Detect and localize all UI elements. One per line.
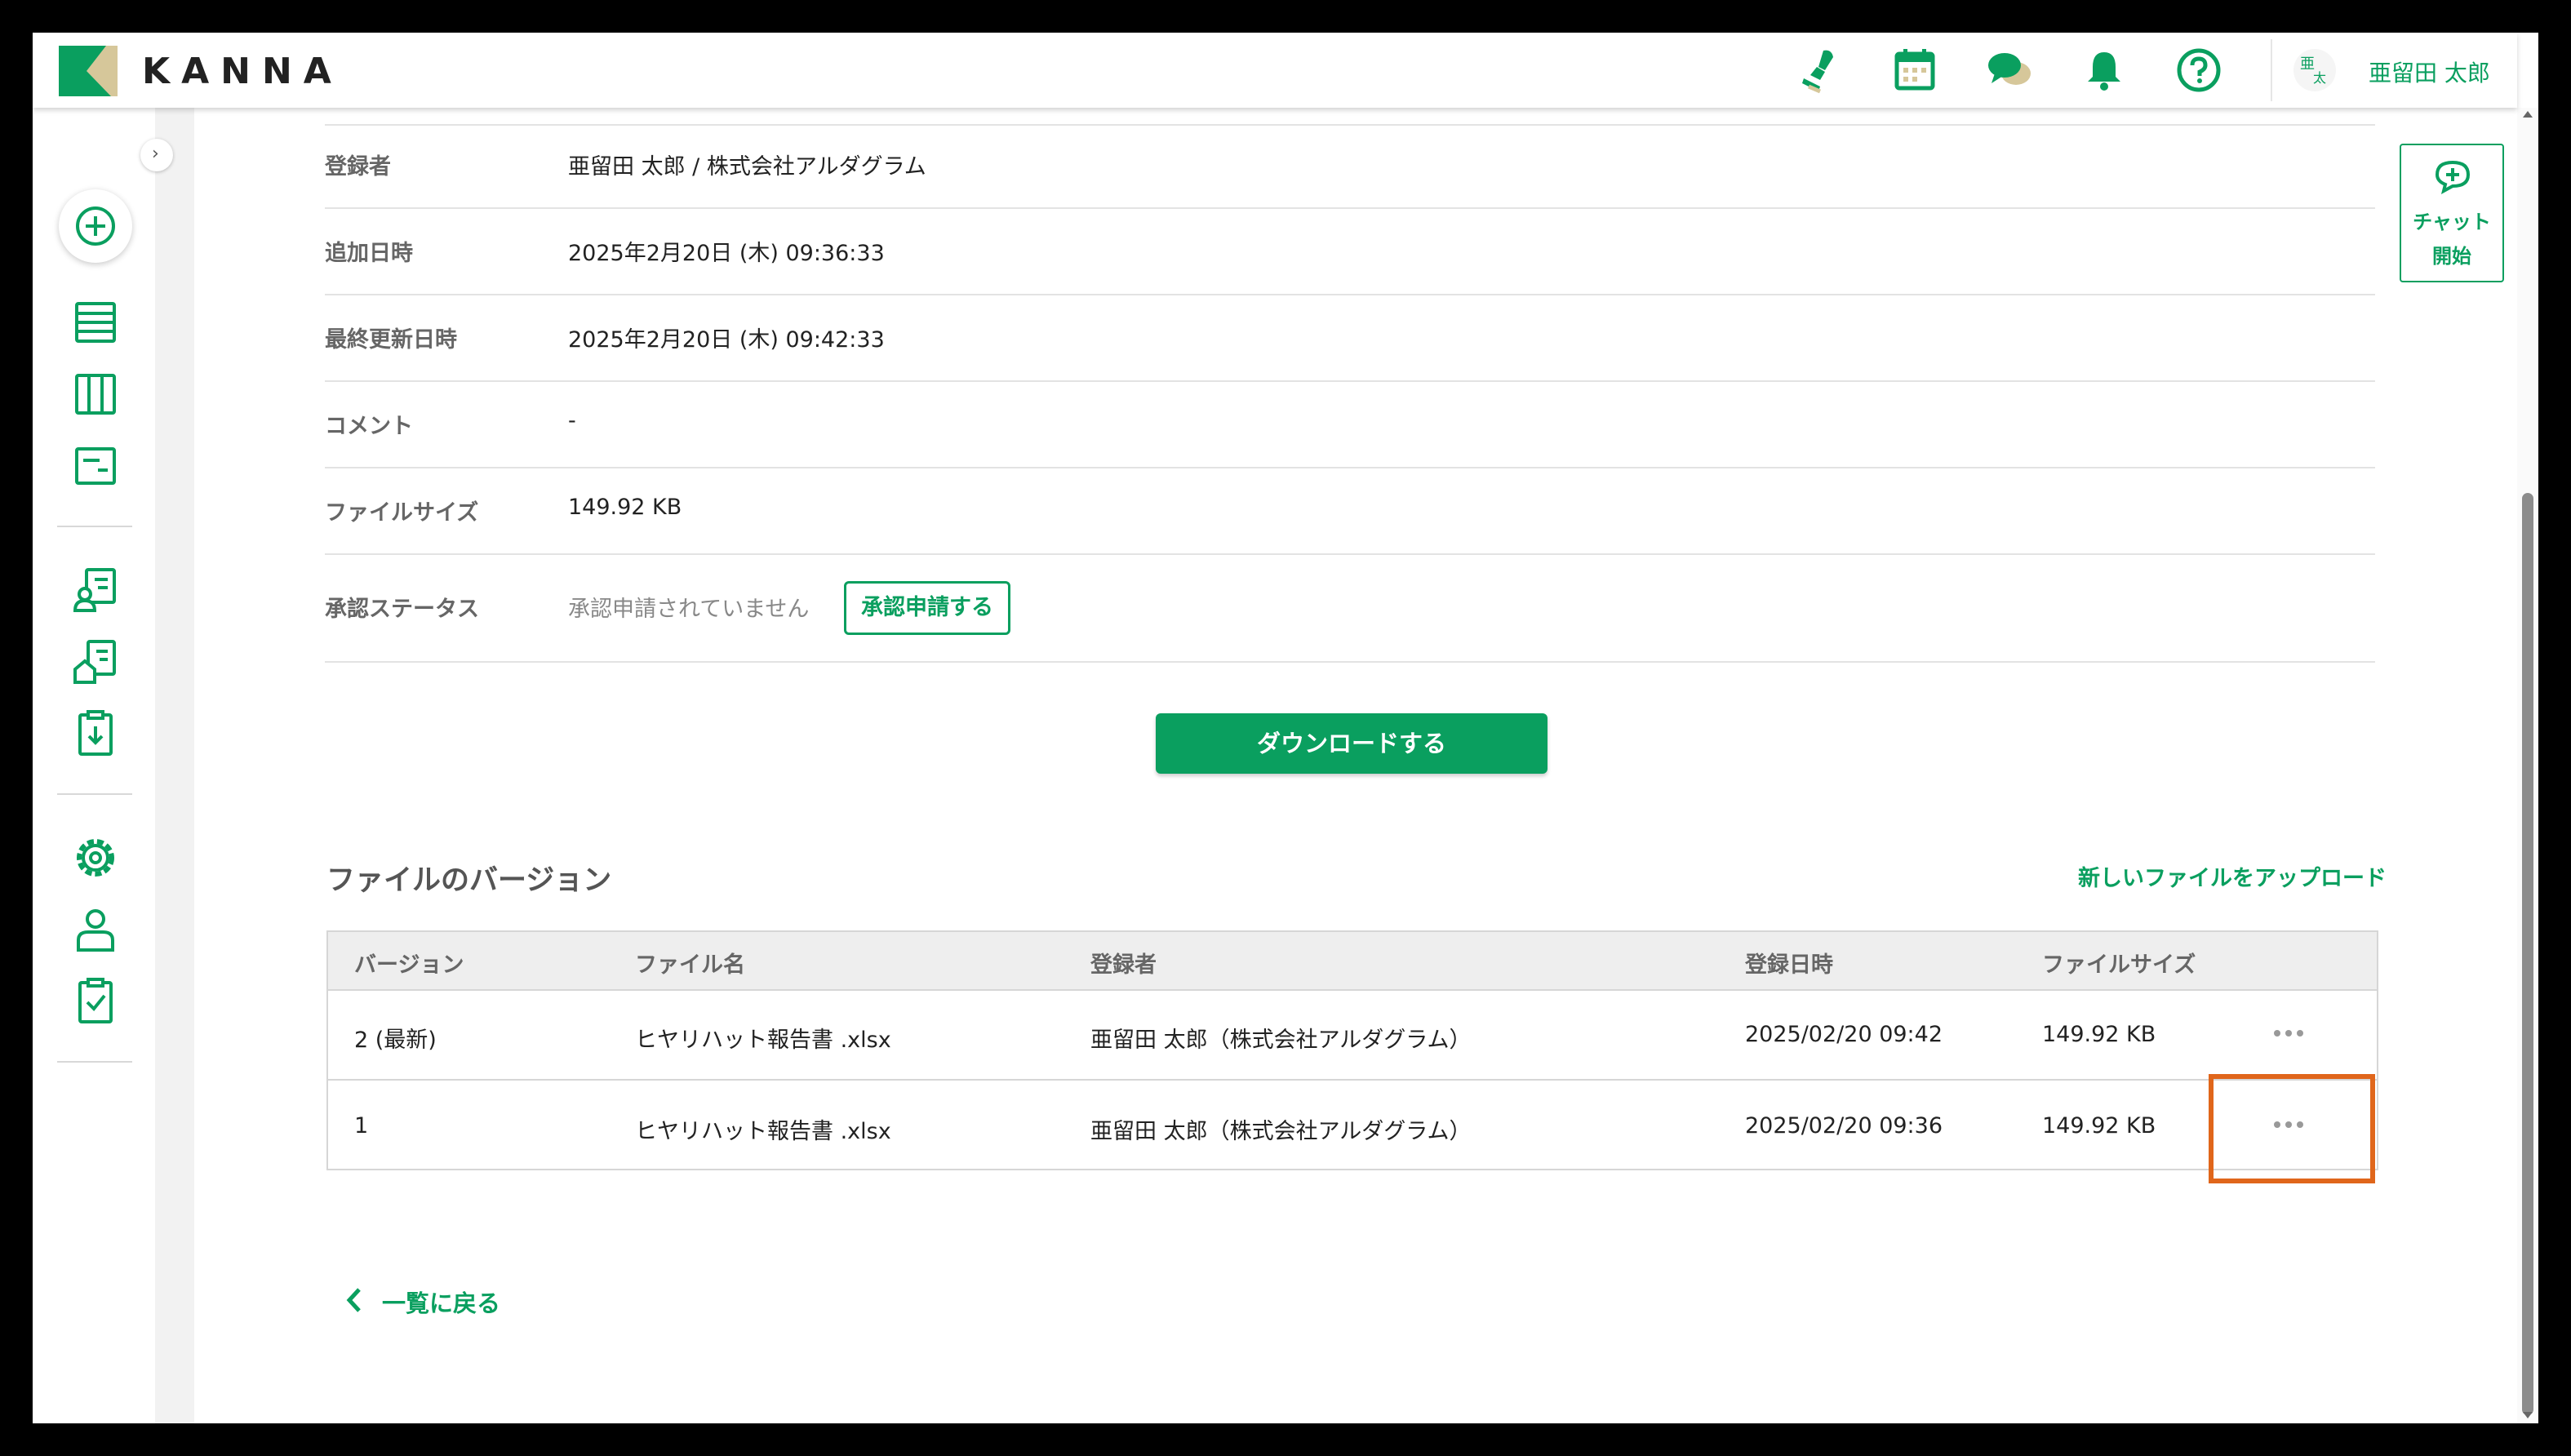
app-window: KANNA 亜 太 亜留田 太郎 › 登録者 亜留田 太郎 / 株式会社アルダグ… bbox=[33, 33, 2538, 1423]
table-header: バージョン ファイル名 登録者 登録日時 ファイルサイズ bbox=[328, 932, 2377, 991]
date-cell: 2025/02/20 09:36 bbox=[1745, 1113, 1943, 1139]
size-cell: 149.92 KB bbox=[2042, 1022, 2156, 1047]
row-divider bbox=[325, 467, 2375, 468]
scrollbar-thumb[interactable] bbox=[2522, 493, 2533, 1415]
detail-value: 亜留田 太郎 / 株式会社アルダグラム bbox=[568, 154, 926, 180]
highlight-box bbox=[2209, 1074, 2375, 1183]
chevron-right-icon: › bbox=[152, 144, 159, 164]
stamp-icon[interactable] bbox=[1796, 46, 1845, 95]
size-cell: 149.92 KB bbox=[2042, 1113, 2156, 1139]
download-button[interactable]: ダウンロードする bbox=[1156, 713, 1547, 774]
scroll-up-arrow-icon[interactable] bbox=[2523, 111, 2533, 118]
registrant-cell: 亜留田 太郎（株式会社アルダグラム） bbox=[1090, 1028, 1472, 1053]
row-divider bbox=[325, 207, 2375, 209]
board-icon[interactable] bbox=[70, 369, 121, 419]
detail-label: ファイルサイズ bbox=[325, 500, 479, 526]
detail-value: - bbox=[568, 408, 576, 433]
sidebar-divider bbox=[57, 526, 132, 527]
chevron-left-icon bbox=[346, 1288, 361, 1312]
chat-start-label: 開始 bbox=[2432, 245, 2471, 268]
checklist-icon[interactable] bbox=[70, 976, 121, 1027]
logo-text: KANNA bbox=[142, 51, 343, 92]
column-header: 登録者 bbox=[1090, 952, 1157, 978]
calendar-icon[interactable] bbox=[1890, 46, 1939, 95]
chat-add-icon bbox=[2435, 160, 2471, 194]
header-divider bbox=[2271, 39, 2272, 101]
detail-label: 登録者 bbox=[325, 154, 391, 180]
date-cell: 2025/02/20 09:42 bbox=[1745, 1022, 1943, 1047]
chat-start-button[interactable]: チャット 開始 bbox=[2400, 144, 2504, 282]
detail-label: 承認ステータス bbox=[325, 597, 479, 622]
property-icon[interactable] bbox=[70, 637, 121, 687]
help-icon[interactable] bbox=[2174, 46, 2223, 95]
chat-start-label: チャット bbox=[2413, 211, 2491, 233]
column-header: ファイルサイズ bbox=[2042, 952, 2196, 978]
version-cell: 2 (最新) bbox=[354, 1028, 437, 1053]
card-icon[interactable] bbox=[70, 441, 121, 491]
sidebar-divider bbox=[57, 1061, 132, 1063]
chat-icon[interactable] bbox=[1985, 46, 2034, 95]
table-row[interactable]: 1 ヒヤリハット報告書 .xlsx 亜留田 太郎（株式会社アルダグラム） 202… bbox=[328, 1082, 2377, 1172]
request-approval-button[interactable]: 承認申請する bbox=[844, 581, 1010, 635]
list-icon[interactable] bbox=[70, 297, 121, 348]
user-icon[interactable] bbox=[70, 904, 121, 955]
column-header: バージョン bbox=[354, 952, 464, 978]
row-divider bbox=[325, 380, 2375, 382]
column-header: 登録日時 bbox=[1745, 952, 1833, 978]
add-button[interactable] bbox=[59, 189, 132, 263]
column-header: ファイル名 bbox=[635, 952, 745, 978]
vertical-scrollbar[interactable] bbox=[2517, 108, 2538, 1423]
detail-label: 最終更新日時 bbox=[325, 327, 457, 353]
scroll-down-arrow-icon[interactable] bbox=[2523, 1412, 2533, 1418]
sidebar-edge bbox=[155, 108, 194, 1423]
contacts-icon[interactable] bbox=[70, 565, 121, 615]
settings-icon[interactable] bbox=[70, 832, 121, 883]
upload-new-file-link[interactable]: 新しいファイルをアップロード bbox=[2078, 860, 2387, 892]
download-clipboard-icon[interactable] bbox=[70, 708, 121, 759]
row-divider bbox=[325, 124, 2375, 126]
user-name[interactable]: 亜留田 太郎 bbox=[2369, 55, 2490, 88]
sidebar-divider bbox=[57, 793, 132, 795]
detail-label: コメント bbox=[325, 414, 413, 439]
version-cell: 1 bbox=[354, 1113, 369, 1139]
row-divider bbox=[325, 294, 2375, 295]
file-name-cell[interactable]: ヒヤリハット報告書 .xlsx bbox=[635, 1022, 891, 1054]
back-link-label: 一覧に戻る bbox=[382, 1290, 501, 1317]
approval-status-value: 承認申請されていません bbox=[568, 597, 810, 622]
detail-label: 追加日時 bbox=[325, 241, 413, 266]
detail-value: 149.92 KB bbox=[568, 495, 682, 520]
row-divider bbox=[325, 553, 2375, 555]
top-header: KANNA 亜 太 亜留田 太郎 bbox=[33, 33, 2517, 108]
more-options-icon[interactable] bbox=[2274, 1023, 2307, 1040]
bell-icon[interactable] bbox=[2080, 46, 2129, 95]
user-avatar[interactable]: 亜 太 bbox=[2293, 49, 2336, 91]
add-icon bbox=[76, 206, 115, 246]
kanna-logo-icon[interactable] bbox=[59, 46, 118, 96]
file-name-cell[interactable]: ヒヤリハット報告書 .xlsx bbox=[635, 1113, 891, 1145]
versions-table: バージョン ファイル名 登録者 登録日時 ファイルサイズ 2 (最新) ヒヤリハ… bbox=[326, 930, 2378, 1170]
row-divider bbox=[325, 661, 2375, 663]
registrant-cell: 亜留田 太郎（株式会社アルダグラム） bbox=[1090, 1119, 1472, 1144]
detail-value: 2025年2月20日 (木) 09:36:33 bbox=[568, 241, 885, 266]
sidebar-expand-button[interactable]: › bbox=[140, 139, 173, 171]
versions-title: ファイルのバージョン bbox=[326, 864, 612, 897]
table-row[interactable]: 2 (最新) ヒヤリハット報告書 .xlsx 亜留田 太郎（株式会社アルダグラム… bbox=[328, 991, 2377, 1081]
detail-value: 2025年2月20日 (木) 09:42:33 bbox=[568, 327, 885, 353]
